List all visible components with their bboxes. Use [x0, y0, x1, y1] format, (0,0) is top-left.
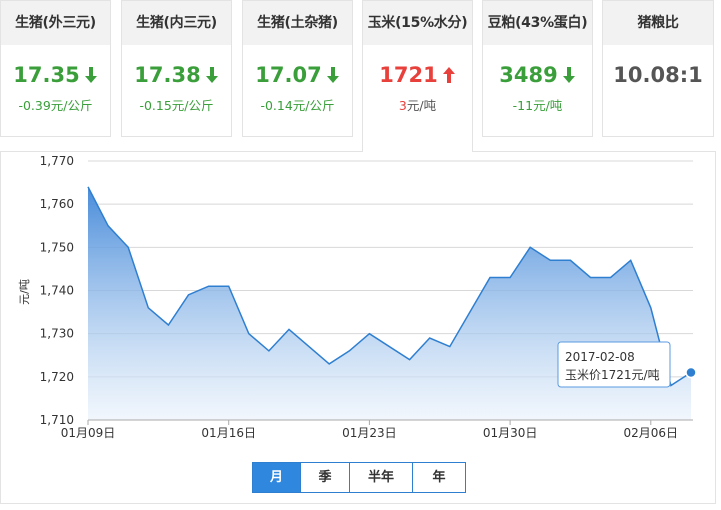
x-tick-label: 02月06日	[624, 426, 679, 440]
card-price: 1721	[363, 63, 472, 87]
x-tick-label: 01月16日	[201, 426, 256, 440]
y-tick-label: 1,730	[40, 327, 74, 341]
y-tick-label: 1,750	[40, 240, 74, 254]
tooltip: 2017-02-08 玉米价1721元/吨	[557, 341, 671, 388]
range-halfyear-button[interactable]: 半年	[350, 463, 413, 492]
range-month-button[interactable]: 月	[253, 463, 301, 492]
y-tick-label: 1,760	[40, 197, 74, 211]
y-axis-label: 元/吨	[18, 279, 31, 305]
time-range-selector: 月 季 半年 年	[252, 462, 466, 493]
range-quarter-button[interactable]: 季	[301, 463, 350, 492]
x-tick-label: 01月23日	[342, 426, 397, 440]
card-change: 3元/吨	[363, 95, 472, 114]
card-corn[interactable]: 玉米(15%水分) 1721 3元/吨	[362, 0, 473, 152]
y-tick-label: 1,740	[40, 284, 74, 298]
highlight-point[interactable]	[685, 366, 697, 379]
change-unit: 元/吨	[406, 98, 437, 113]
y-tick-label: 1,720	[40, 370, 74, 384]
price-value: 1721	[379, 63, 438, 87]
y-tick-label: 1,770	[40, 154, 74, 168]
card-title: 玉米(15%水分)	[363, 1, 472, 45]
price-chart: 1,710 1,720 1,730 1,740 1,750 1,760 1,770 01月09…	[18, 154, 697, 440]
change-value: 3	[398, 98, 407, 113]
x-tick-label: 01月30日	[483, 426, 538, 440]
x-tick-label: 01月09日	[61, 426, 116, 440]
tooltip-date: 2017-02-08	[565, 350, 635, 364]
tooltip-value: 玉米价1721元/吨	[565, 368, 660, 382]
arrow-up-icon	[442, 67, 455, 83]
range-year-button[interactable]: 年	[413, 463, 465, 492]
y-tick-label: 1,710	[40, 413, 74, 427]
